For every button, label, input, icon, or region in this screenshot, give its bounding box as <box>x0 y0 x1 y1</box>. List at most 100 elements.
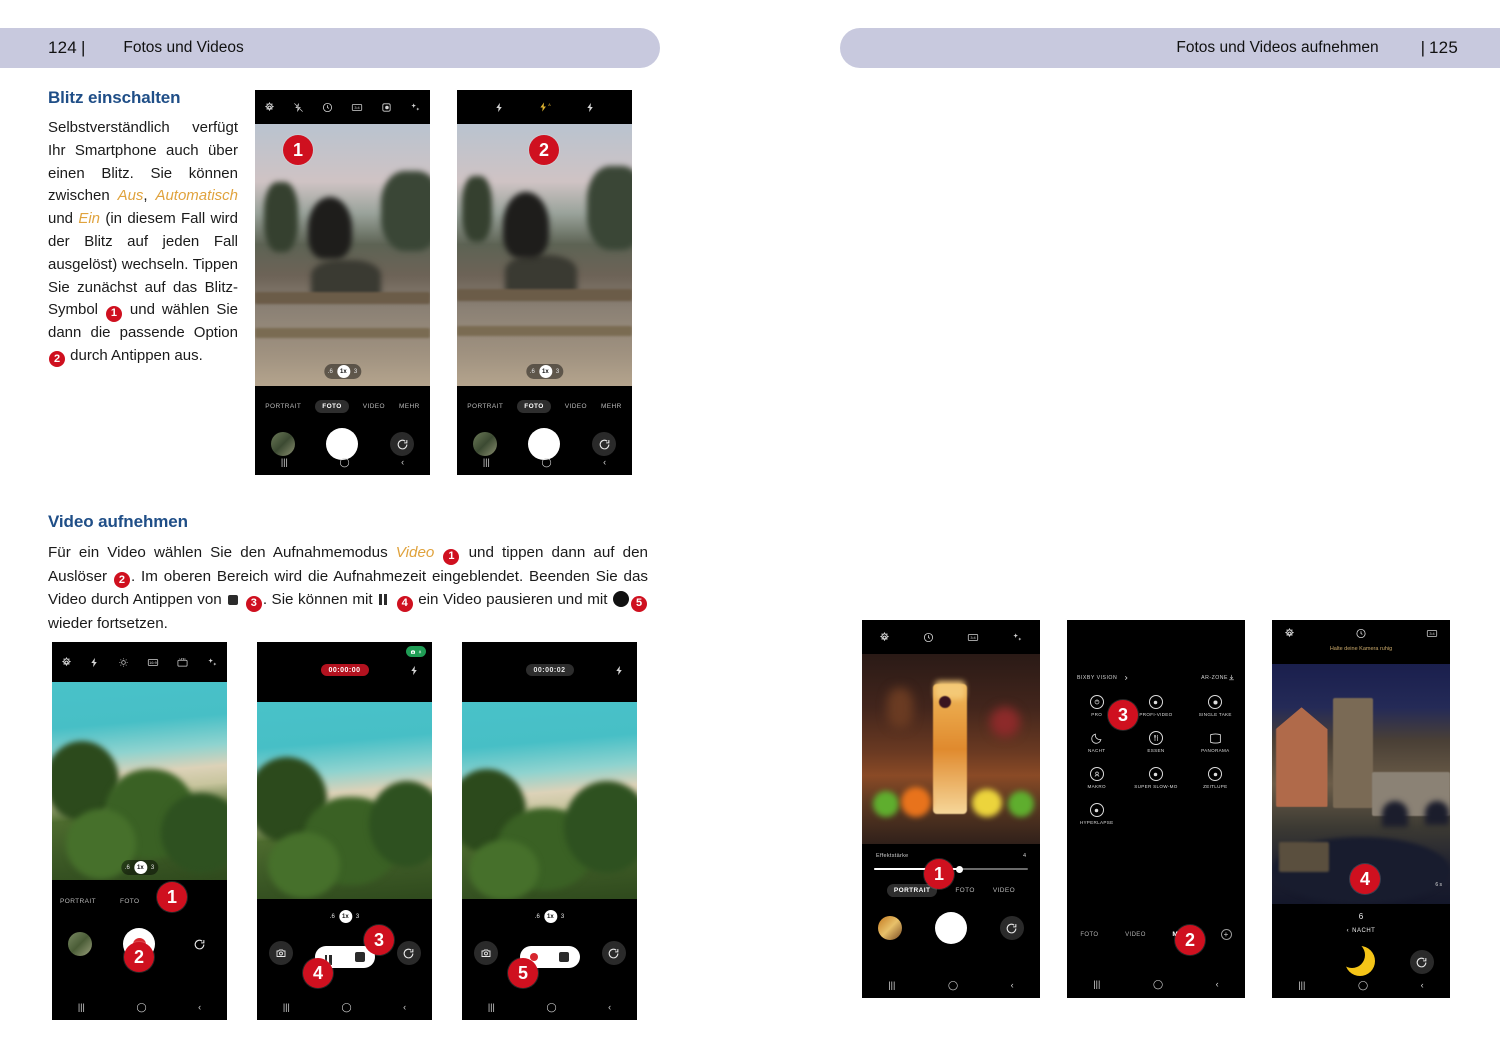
flash-off-icon[interactable] <box>409 665 420 676</box>
zoom-wide[interactable]: .6 <box>530 369 535 375</box>
mode-foto[interactable]: FOTO <box>955 887 975 894</box>
back-icon[interactable]: ‹ <box>608 1002 611 1012</box>
mode-mehr[interactable]: MEHR <box>399 403 420 410</box>
add-mode-button[interactable]: + <box>1220 929 1232 940</box>
gear-icon[interactable] <box>1284 628 1295 639</box>
recents-icon[interactable]: ||| <box>281 457 288 467</box>
back-icon[interactable]: ‹ <box>1011 980 1014 990</box>
shutter-button[interactable] <box>934 912 967 944</box>
zoom-wide[interactable]: .6 <box>535 914 540 920</box>
zoom-control[interactable]: .6 1x 3 <box>323 364 362 379</box>
mode-cell-makro[interactable]: MAKRO <box>1067 767 1126 789</box>
zoom-tele[interactable]: 3 <box>556 369 559 375</box>
zoom-wide[interactable]: .6 <box>328 369 333 375</box>
zoom-control[interactable]: .6 1x 3 <box>525 364 564 379</box>
hdr-icon[interactable] <box>118 657 129 668</box>
mode-video[interactable]: VIDEO <box>1125 932 1146 938</box>
flip-camera-button[interactable] <box>1409 950 1434 974</box>
uhd-icon[interactable]: UHD <box>176 657 189 668</box>
mode-portrait[interactable]: PORTRAIT <box>467 403 503 410</box>
flash-on-icon[interactable] <box>585 102 596 113</box>
stop-button[interactable] <box>354 952 365 962</box>
home-icon[interactable]: ◯ <box>541 457 551 467</box>
gear-icon[interactable] <box>61 656 72 668</box>
mode-foto[interactable]: FOTO <box>120 898 140 905</box>
recents-icon[interactable]: ||| <box>1093 979 1100 989</box>
flip-camera-button[interactable] <box>396 941 421 965</box>
mode-cell-single-take[interactable]: SINGLE TAKE <box>1186 695 1245 717</box>
capture-photo-button[interactable] <box>268 941 293 965</box>
aspect-ratio-icon[interactable]: 16:9 <box>147 657 159 668</box>
mode-portrait[interactable]: PORTRAIT <box>60 898 96 905</box>
home-icon[interactable]: ◯ <box>1358 980 1368 990</box>
stop-button[interactable] <box>559 952 569 962</box>
recents-icon[interactable]: ||| <box>1298 980 1305 990</box>
back-icon[interactable]: ‹ <box>401 457 404 467</box>
home-icon[interactable]: ◯ <box>341 1002 351 1012</box>
ar-zone-link[interactable]: AR-ZONE <box>1201 675 1228 681</box>
effect-slider-knob[interactable] <box>956 865 963 873</box>
recents-icon[interactable]: ||| <box>283 1002 290 1012</box>
mode-cell-nacht[interactable]: NACHT <box>1067 731 1126 753</box>
zoom-tele[interactable]: 3 <box>151 865 154 871</box>
flash-off-icon[interactable] <box>614 665 625 676</box>
bixby-vision-link[interactable]: BIXBY VISION <box>1077 675 1117 681</box>
back-icon[interactable]: ‹ <box>603 457 606 467</box>
motion-photo-icon[interactable] <box>381 102 392 113</box>
recents-icon[interactable]: ||| <box>483 457 490 467</box>
zoom-current[interactable]: 1x <box>336 365 350 378</box>
mode-foto[interactable]: FOTO <box>315 400 349 413</box>
gear-icon[interactable] <box>264 101 275 113</box>
zoom-current[interactable]: 1x <box>543 910 557 923</box>
back-icon[interactable]: ‹ <box>403 1002 406 1012</box>
home-icon[interactable]: ◯ <box>948 980 958 990</box>
zoom-control[interactable]: .6 1x 3 <box>530 909 569 924</box>
timer-icon[interactable] <box>322 102 333 113</box>
filter-icon[interactable] <box>1012 632 1023 643</box>
recents-icon[interactable]: ||| <box>488 1002 495 1012</box>
zoom-current[interactable]: 1x <box>338 910 352 923</box>
flash-off-icon[interactable] <box>293 102 304 113</box>
zoom-current[interactable]: 1x <box>133 861 147 874</box>
back-icon[interactable]: ‹ <box>198 1002 201 1012</box>
mode-video[interactable]: VIDEO <box>565 403 587 410</box>
home-icon[interactable]: ◯ <box>546 1002 556 1012</box>
zoom-wide[interactable]: .6 <box>330 914 335 920</box>
zoom-tele[interactable]: 3 <box>356 914 359 920</box>
gear-icon[interactable] <box>879 631 890 643</box>
mode-video[interactable]: VIDEO <box>993 887 1015 894</box>
mode-foto[interactable]: FOTO <box>1080 932 1098 938</box>
flash-off-icon[interactable] <box>494 102 505 113</box>
timer-icon[interactable] <box>1356 628 1367 639</box>
recents-icon[interactable]: ||| <box>888 980 895 990</box>
mode-cell-hyperlapse[interactable]: HYPERLAPSE <box>1067 803 1126 825</box>
timer-icon[interactable] <box>923 632 934 643</box>
mode-mehr[interactable]: MEHR <box>601 403 622 410</box>
mode-foto[interactable]: FOTO <box>517 400 551 413</box>
chevron-left-icon[interactable]: ‹ <box>1347 928 1350 934</box>
zoom-current[interactable]: 1x <box>538 365 552 378</box>
mode-cell-panorama[interactable]: PANORAMA <box>1186 731 1245 753</box>
capture-photo-button[interactable] <box>473 941 498 965</box>
filter-icon[interactable] <box>207 657 218 668</box>
back-icon[interactable]: ‹ <box>1421 980 1424 990</box>
flash-off-icon[interactable] <box>89 657 100 668</box>
mode-cell-super-slow-mo[interactable]: SUPER SLOW-MO <box>1126 767 1185 789</box>
flip-camera-button[interactable] <box>999 916 1024 940</box>
mode-portrait[interactable]: PORTRAIT <box>265 403 301 410</box>
recents-icon[interactable]: ||| <box>78 1002 85 1012</box>
home-icon[interactable]: ◯ <box>1153 979 1163 989</box>
gallery-thumbnail[interactable] <box>878 916 903 940</box>
back-icon[interactable]: ‹ <box>1216 979 1219 989</box>
flip-camera-button[interactable] <box>187 932 211 956</box>
aspect-ratio-icon[interactable]: 3:4 <box>351 102 363 113</box>
filter-icon[interactable] <box>410 102 421 113</box>
download-icon[interactable] <box>1228 674 1235 681</box>
home-icon[interactable]: ◯ <box>339 457 349 467</box>
zoom-tele[interactable]: 3 <box>561 914 564 920</box>
night-mode-label[interactable]: ‹ NACHT <box>1272 928 1450 934</box>
mode-video[interactable]: VIDEO <box>363 403 385 410</box>
aspect-ratio-icon[interactable]: 3:4 <box>967 632 979 643</box>
zoom-control[interactable]: .6 1x 3 <box>325 909 364 924</box>
home-icon[interactable]: ◯ <box>136 1002 146 1012</box>
